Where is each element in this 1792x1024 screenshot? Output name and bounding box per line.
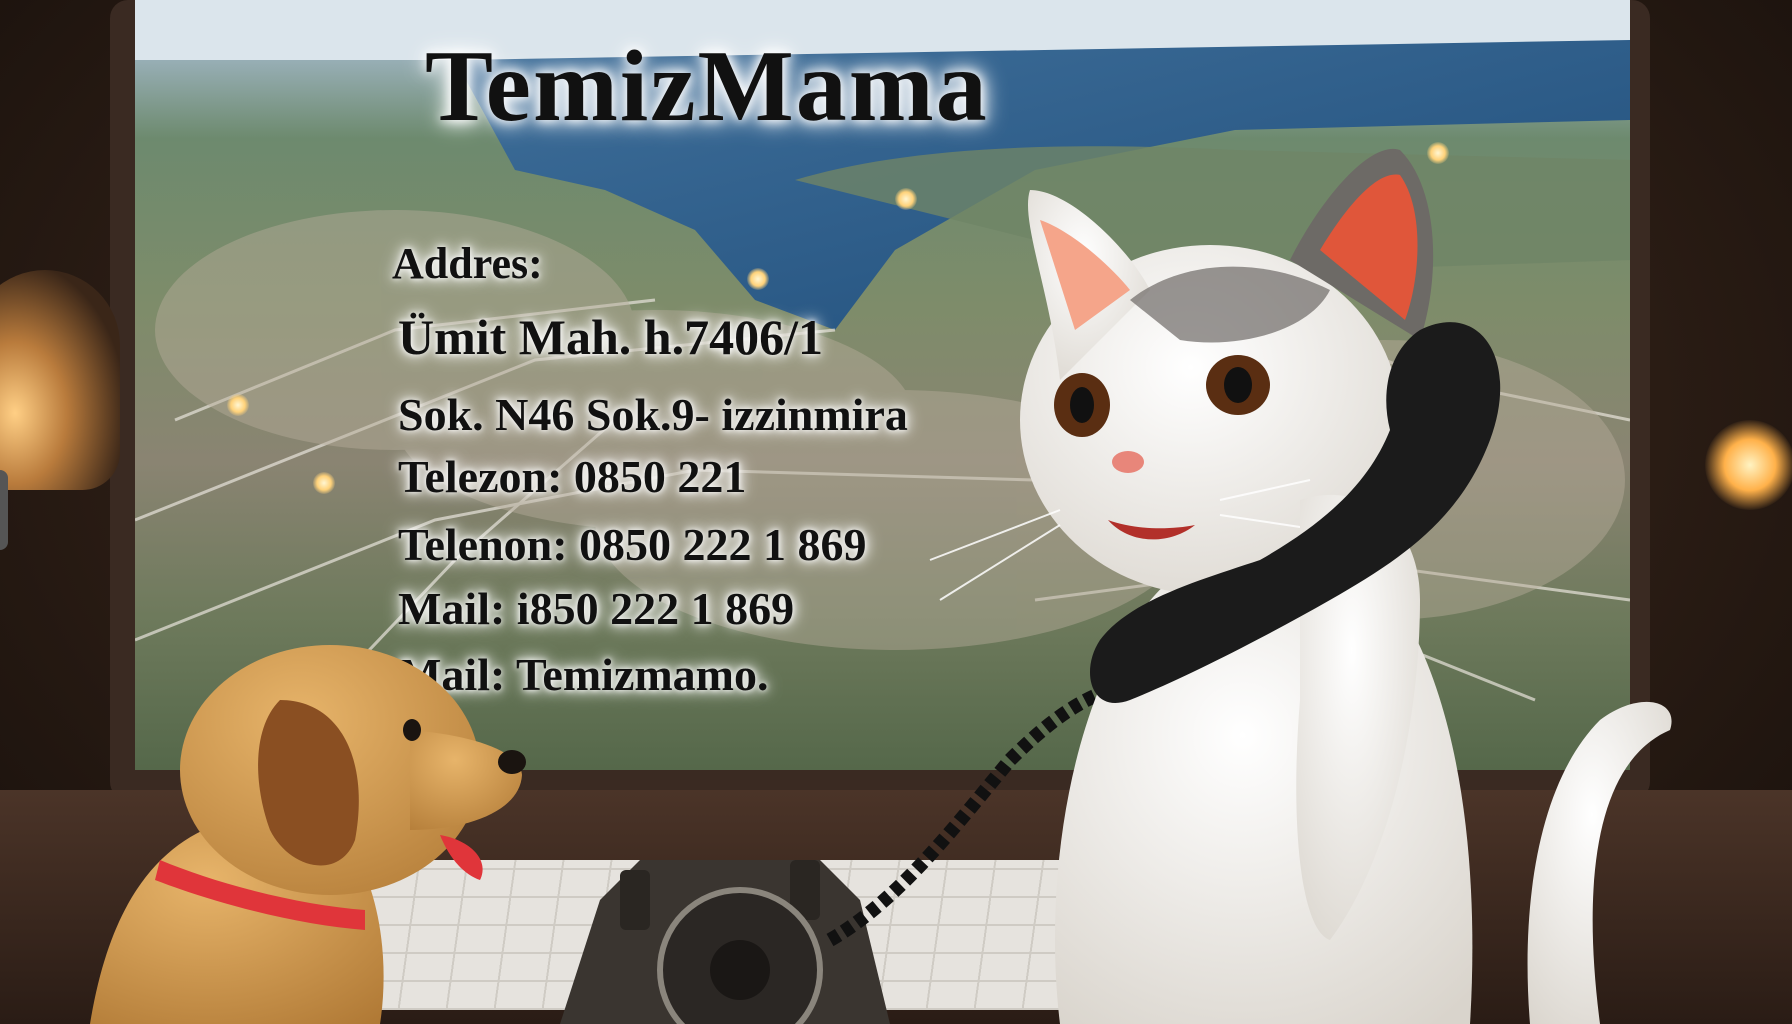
dog-nose — [498, 750, 526, 774]
characters-layer — [90, 148, 1672, 1024]
dog-tongue — [440, 835, 483, 880]
scene: TemizMama Addres: Ümit Mah. h.7406/1 Sok… — [0, 0, 1792, 1024]
cat-tail — [1527, 701, 1672, 1024]
dog-snout — [410, 730, 522, 830]
dog-eye — [403, 719, 421, 741]
rotary-phone — [560, 860, 890, 1024]
cat-nose — [1112, 451, 1144, 473]
dog — [90, 645, 526, 1024]
